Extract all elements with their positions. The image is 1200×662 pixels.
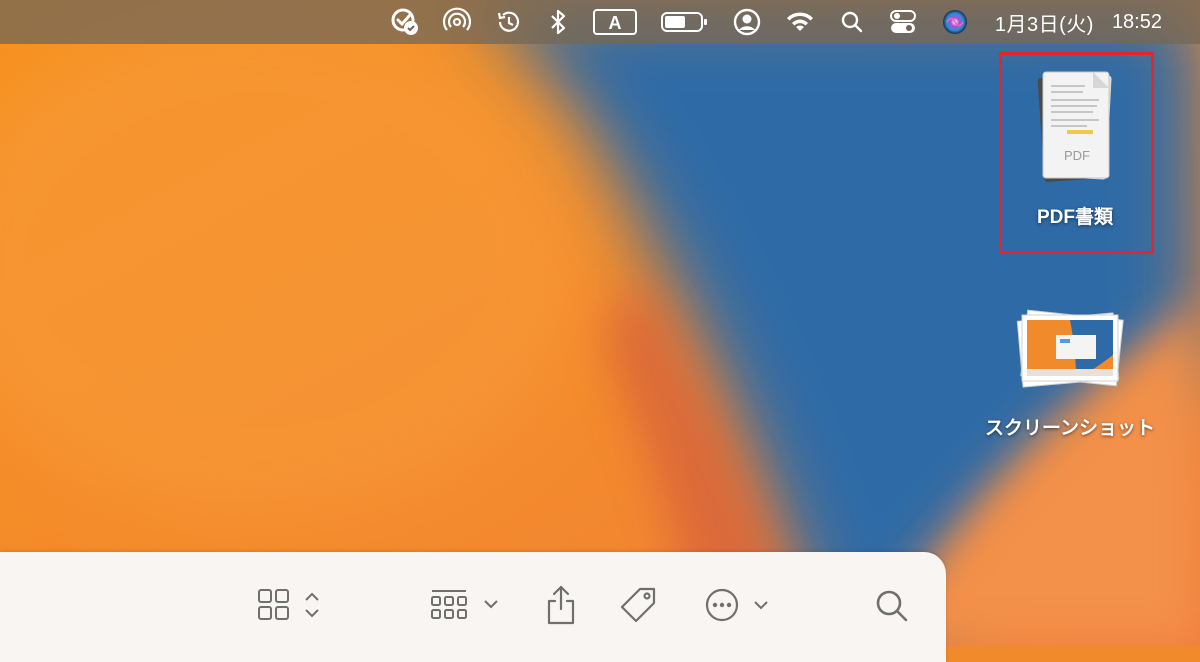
svg-text:A: A <box>608 13 621 33</box>
desktop-item-pdf[interactable]: PDF PDF書類 <box>1000 64 1150 229</box>
time-machine-icon[interactable] <box>494 0 524 44</box>
control-center-icon[interactable] <box>888 0 918 44</box>
input-source-icon[interactable]: A <box>592 0 638 44</box>
menu-bar-clock[interactable]: 18:52 <box>1112 0 1162 44</box>
siri-icon[interactable] <box>940 0 970 44</box>
share-icon <box>547 585 575 625</box>
more-actions-button[interactable] <box>704 580 774 630</box>
svg-text:PDF: PDF <box>1064 148 1090 163</box>
search-button[interactable] <box>872 580 912 630</box>
wifi-icon[interactable] <box>784 0 816 44</box>
search-icon <box>876 590 908 622</box>
screenshot-stack-icon <box>1016 309 1124 388</box>
pdf-document-icon: PDF <box>1037 71 1112 182</box>
desktop-item-label: スクリーンショット <box>984 418 1156 439</box>
menu-bar-date[interactable]: 1月3日(火) <box>995 0 1094 44</box>
group-by-icon <box>431 590 498 619</box>
spotlight-search-icon[interactable] <box>838 0 866 44</box>
battery-icon[interactable] <box>660 0 710 44</box>
view-grid-icon <box>258 589 319 620</box>
view-mode-button[interactable] <box>256 580 326 630</box>
airdrop-icon[interactable] <box>442 0 472 44</box>
bluetooth-icon[interactable] <box>546 0 570 44</box>
desktop-item-label: PDF書類 <box>1036 207 1113 228</box>
group-by-button[interactable] <box>430 580 506 630</box>
menu-bar: A 1月3日(火) 18:52 <box>0 0 1200 44</box>
user-icon[interactable] <box>732 0 762 44</box>
checklist-icon[interactable] <box>390 0 420 44</box>
share-button[interactable] <box>544 580 578 630</box>
desktop-item-screenshot[interactable]: スクリーンショット <box>970 305 1170 440</box>
more-actions-icon <box>705 588 768 622</box>
tag-icon <box>620 587 656 623</box>
tag-button[interactable] <box>616 580 660 630</box>
